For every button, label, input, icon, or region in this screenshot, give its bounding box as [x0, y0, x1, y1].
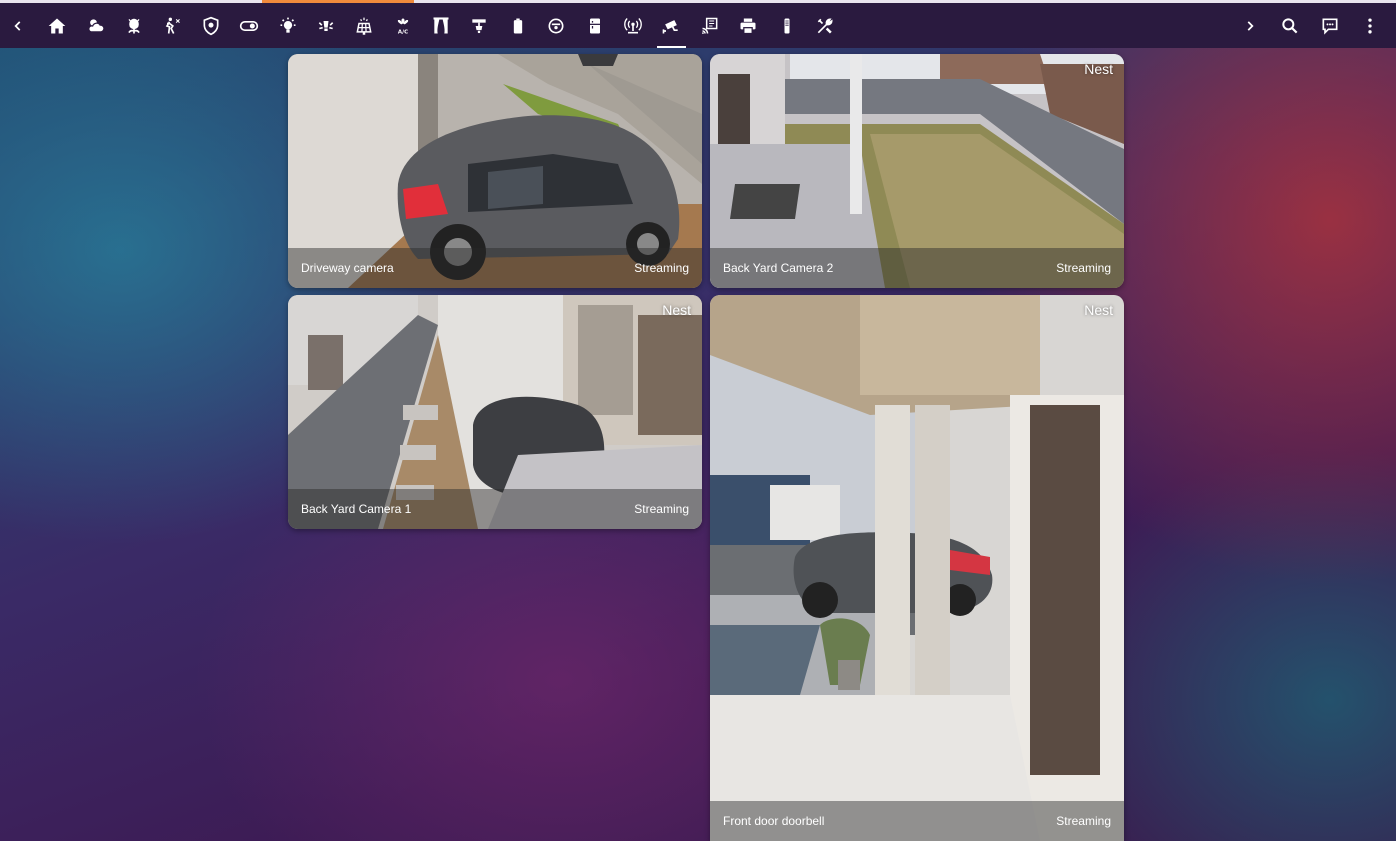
search-icon[interactable] — [1270, 8, 1310, 44]
access-point-icon[interactable] — [614, 8, 652, 44]
svg-text:A/C: A/C — [398, 29, 408, 35]
toolbar-actions — [1230, 8, 1396, 44]
camera-name: Driveway camera — [301, 261, 394, 275]
solar-panel-icon[interactable] — [345, 8, 383, 44]
flower-icon[interactable] — [115, 8, 153, 44]
battery-icon[interactable] — [499, 8, 537, 44]
shield-icon[interactable] — [192, 8, 230, 44]
scroll-right-icon[interactable] — [1230, 8, 1270, 44]
camera-caption: Front door doorbell Streaming — [710, 801, 1124, 841]
camera-caption: Back Yard Camera 1 Streaming — [288, 489, 702, 529]
air-purifier-icon[interactable] — [767, 8, 805, 44]
camera-name: Back Yard Camera 2 — [723, 261, 834, 275]
camera-name: Front door doorbell — [723, 814, 825, 828]
ceiling-light-icon[interactable] — [460, 8, 498, 44]
front-door-doorbell-feed — [710, 295, 1124, 841]
camera-card-back-yard-1[interactable]: Nest Back Yard Camera 1 Streaming — [288, 295, 702, 529]
toggle-switch-icon[interactable] — [230, 8, 268, 44]
camera-status: Streaming — [634, 502, 689, 516]
camera-card-driveway[interactable]: Driveway camera Streaming — [288, 54, 702, 288]
curtains-icon[interactable] — [422, 8, 460, 44]
weather-partly-cloudy-icon[interactable] — [76, 8, 114, 44]
provider-badge: Nest — [1084, 61, 1113, 77]
printer-icon[interactable] — [729, 8, 767, 44]
air-conditioner-icon[interactable]: A/C — [384, 8, 422, 44]
camera-name: Back Yard Camera 1 — [301, 502, 412, 516]
tools-icon[interactable] — [806, 8, 844, 44]
motion-sensor-icon[interactable] — [153, 8, 191, 44]
network-icon[interactable] — [691, 8, 729, 44]
scroll-left-icon[interactable] — [0, 8, 36, 44]
toolbar: A/C — [0, 3, 1396, 48]
camera-status: Streaming — [1056, 261, 1111, 275]
spotlight-icon[interactable] — [307, 8, 345, 44]
camera-card-back-yard-2[interactable]: Nest Back Yard Camera 2 Streaming — [710, 54, 1124, 288]
robot-vacuum-icon[interactable] — [537, 8, 575, 44]
cctv-icon[interactable] — [652, 8, 690, 48]
camera-caption: Driveway camera Streaming — [288, 248, 702, 288]
camera-card-front-door[interactable]: Nest Front door doorbell Streaming — [710, 295, 1124, 841]
camera-caption: Back Yard Camera 2 Streaming — [710, 248, 1124, 288]
camera-status: Streaming — [634, 261, 689, 275]
camera-status: Streaming — [1056, 814, 1111, 828]
assist-icon[interactable] — [1310, 8, 1350, 44]
view-tabs: A/C — [38, 8, 844, 48]
provider-badge: Nest — [662, 302, 691, 318]
home-icon[interactable] — [38, 8, 76, 44]
provider-badge: Nest — [1084, 302, 1113, 318]
lightbulb-icon[interactable] — [268, 8, 306, 44]
fridge-icon[interactable] — [575, 8, 613, 44]
menu-dots-icon[interactable] — [1350, 8, 1390, 44]
